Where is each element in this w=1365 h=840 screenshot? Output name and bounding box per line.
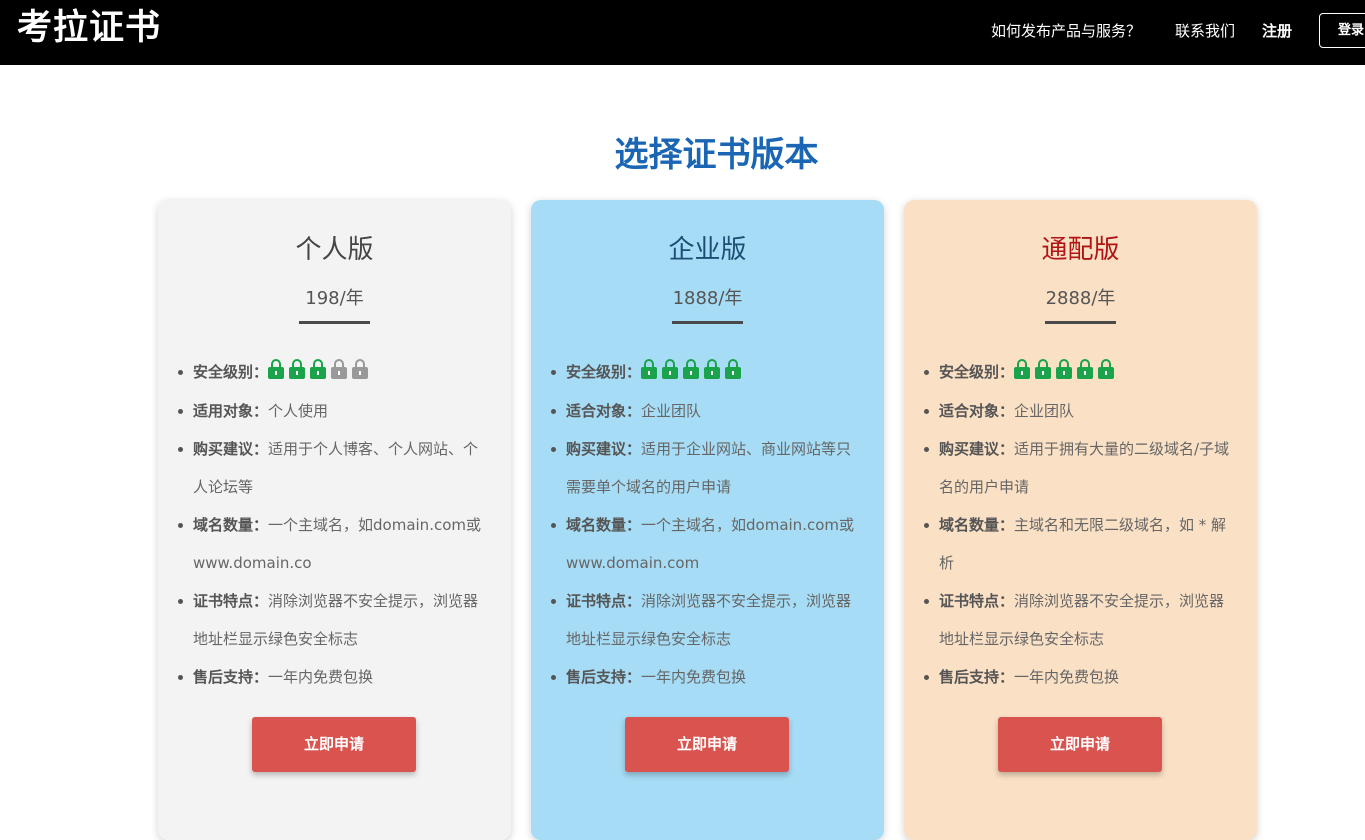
feature-label: 安全级别： (566, 363, 642, 381)
lock-icon (1077, 359, 1094, 379)
feature-advice: 购买建议：适用于个人博客、个人网站、个人论坛等 (178, 430, 493, 506)
lock-icon (352, 359, 369, 379)
feature-label: 证书特点： (193, 591, 269, 610)
plan-feature-list: 安全级别： 适用对象：个人使用 购买建议：适用于个人博客、个人网站、个人论坛等 … (178, 350, 493, 696)
feature-target: 适合对象：企业团队 (551, 392, 866, 430)
feature-label: 适合对象： (566, 401, 642, 420)
feature-cert-characteristics: 证书特点：消除浏览器不安全提示，浏览器地址栏显示绿色安全标志 (924, 582, 1239, 658)
feature-label: 安全级别： (193, 363, 269, 381)
lock-icon (662, 359, 679, 379)
feature-label: 安全级别： (939, 363, 1015, 381)
nav-link-how-to-publish[interactable]: 如何发布产品与服务？ (991, 19, 1141, 43)
lock-icon (683, 359, 700, 379)
feature-domain-count: 域名数量：一个主域名，如domain.com或www.domain.com (551, 506, 866, 582)
feature-label: 适合对象： (939, 401, 1015, 420)
apply-button-wildcard[interactable]: 立即申请 (998, 717, 1162, 772)
lock-icon (1098, 359, 1115, 379)
feature-value: 企业团队 (641, 401, 702, 420)
price-underline (1045, 321, 1116, 324)
security-level-indicator (641, 350, 746, 388)
lock-icon (331, 359, 348, 379)
feature-label: 证书特点： (566, 591, 642, 610)
feature-cert-characteristics: 证书特点：消除浏览器不安全提示，浏览器地址栏显示绿色安全标志 (551, 582, 866, 658)
feature-label: 域名数量： (193, 515, 269, 534)
register-link[interactable]: 注册 (1262, 19, 1292, 43)
apply-button-personal[interactable]: 立即申请 (252, 717, 416, 772)
feature-domain-count: 域名数量：主域名和无限二级域名，如 * 解析 (924, 506, 1239, 582)
plan-price: 198/年 (305, 288, 364, 309)
feature-security-level: 安全级别： (178, 350, 493, 392)
lock-icon (1014, 359, 1031, 379)
plan-title: 通配版 (1041, 235, 1120, 265)
feature-advice: 购买建议：适用于企业网站、商业网站等只需要单个域名的用户申请 (551, 430, 866, 506)
feature-value: 企业团队 (1014, 401, 1075, 420)
feature-label: 售后支持： (939, 667, 1015, 686)
feature-after-sales: 售后支持：一年内免费包换 (178, 658, 493, 696)
feature-label: 证书特点： (939, 591, 1015, 610)
feature-security-level: 安全级别： (924, 350, 1239, 392)
feature-label: 购买建议： (939, 439, 1015, 458)
plan-card-personal: 个人版 198/年 安全级别： 适用对象：个人使用 购买建议：适用于个人博客、个… (158, 200, 511, 840)
feature-label: 购买建议： (193, 439, 269, 458)
security-level-indicator (1014, 350, 1119, 388)
feature-value: 一年内免费包换 (1014, 667, 1120, 686)
plan-card-enterprise: 企业版 1888/年 安全级别： 适合对象：企业团队 购买建议：适用于企业网站、… (531, 200, 884, 840)
feature-label: 售后支持： (566, 667, 642, 686)
price-underline (299, 321, 370, 324)
feature-label: 域名数量： (939, 515, 1015, 534)
feature-cert-characteristics: 证书特点：消除浏览器不安全提示，浏览器地址栏显示绿色安全标志 (178, 582, 493, 658)
lock-icon (725, 359, 742, 379)
feature-advice: 购买建议：适用于拥有大量的二级域名/子域名的用户申请 (924, 430, 1239, 506)
lock-icon (704, 359, 721, 379)
feature-security-level: 安全级别： (551, 350, 866, 392)
feature-value: 个人使用 (268, 401, 329, 420)
lock-icon (268, 359, 285, 379)
lock-icon (1035, 359, 1052, 379)
feature-after-sales: 售后支持：一年内免费包换 (924, 658, 1239, 696)
lock-icon (289, 359, 306, 379)
nav-link-contact-us[interactable]: 联系我们 (1175, 19, 1235, 43)
feature-label: 域名数量： (566, 515, 642, 534)
plan-title: 个人版 (295, 235, 374, 265)
feature-value: 一年内免费包换 (641, 667, 747, 686)
login-button[interactable]: 登录 (1319, 13, 1365, 48)
feature-label: 售后支持： (193, 667, 269, 686)
plan-feature-list: 安全级别： 适合对象：企业团队 购买建议：适用于拥有大量的二级域名/子域名的用户… (924, 350, 1239, 696)
plan-feature-list: 安全级别： 适合对象：企业团队 购买建议：适用于企业网站、商业网站等只需要单个域… (551, 350, 866, 696)
page-title: 选择证书版本 (614, 135, 819, 175)
price-underline (672, 321, 743, 324)
plan-card-wildcard: 通配版 2888/年 安全级别： 适合对象：企业团队 购买建议：适用于拥有大量的… (904, 200, 1257, 840)
top-navbar: 考拉证书 如何发布产品与服务？ 联系我们 注册 登录 (0, 0, 1365, 65)
apply-button-enterprise[interactable]: 立即申请 (625, 717, 789, 772)
plan-price: 1888/年 (672, 288, 743, 309)
feature-target: 适合对象：企业团队 (924, 392, 1239, 430)
lock-icon (1056, 359, 1073, 379)
feature-value: 一年内免费包换 (268, 667, 374, 686)
lock-icon (641, 359, 658, 379)
plan-title: 企业版 (668, 235, 747, 265)
plan-price: 2888/年 (1045, 288, 1116, 309)
feature-domain-count: 域名数量：一个主域名，如domain.com或www.domain.co (178, 506, 493, 582)
security-level-indicator (268, 350, 373, 388)
feature-after-sales: 售后支持：一年内免费包换 (551, 658, 866, 696)
feature-label: 适用对象： (193, 401, 269, 420)
site-logo[interactable]: 考拉证书 (17, 6, 161, 50)
feature-target: 适用对象：个人使用 (178, 392, 493, 430)
feature-label: 购买建议： (566, 439, 642, 458)
lock-icon (310, 359, 327, 379)
